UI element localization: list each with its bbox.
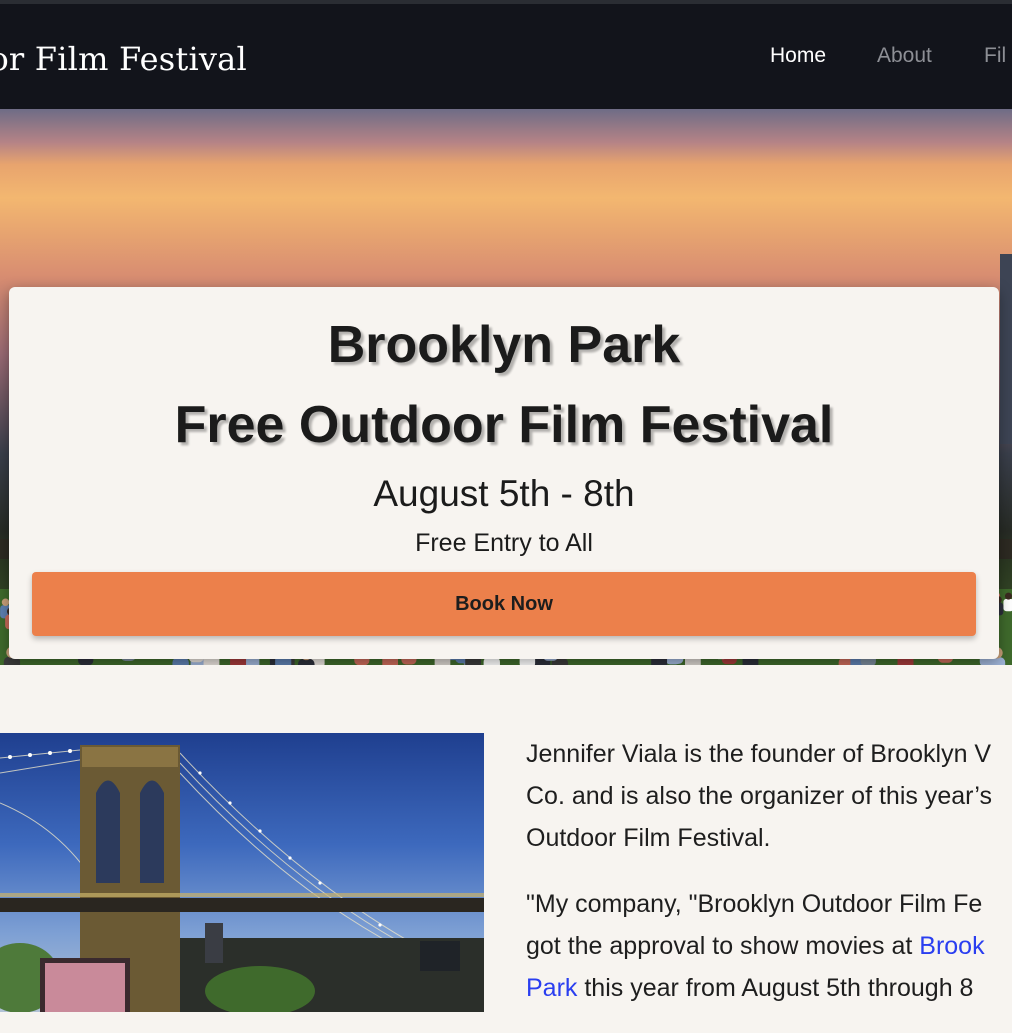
paragraph-line: "My company, "Brooklyn Outdoor Film Fe <box>526 890 983 918</box>
site-brand[interactable]: oor Film Festival <box>0 40 247 78</box>
brooklyn-park-link[interactable]: Brook <box>919 932 984 960</box>
nav-link-about[interactable]: About <box>877 44 932 68</box>
hero-banner: Brooklyn Park Free Outdoor Film Festival… <box>0 109 1012 665</box>
hero-title-line1: Brooklyn Park <box>327 316 681 374</box>
nav-link-films[interactable]: Fil <box>984 44 1006 68</box>
paragraph-line: Co. and is also the organizer of this ye… <box>526 782 992 810</box>
event-dates: August 5th - 8th <box>373 473 635 514</box>
paragraph-line: Outdoor Film Festival. <box>526 824 771 852</box>
brooklyn-park-link-continued[interactable]: Park <box>526 974 577 1002</box>
hero-card: Brooklyn Park Free Outdoor Film Festival… <box>9 287 999 659</box>
brooklyn-bridge-image <box>0 733 484 1012</box>
nav-link-home[interactable]: Home <box>770 44 826 68</box>
paragraph-line: this year from August 5th through 8 <box>577 974 974 1002</box>
hero-title-line2: Free Outdoor Film Festival <box>174 396 834 454</box>
navbar: oor Film Festival Home About Fil <box>0 4 1012 109</box>
article-text: Jennifer Viala is the founder of Brookly… <box>526 733 1012 1033</box>
book-now-button[interactable]: Book Now <box>32 572 976 636</box>
founder-paragraph: Jennifer Viala is the founder of Brookly… <box>526 733 1012 859</box>
paragraph-line: got the approval to show movies at <box>526 932 920 960</box>
paragraph-line: Jennifer Viala is the founder of Brookly… <box>526 740 992 768</box>
entry-info: Free Entry to All <box>415 529 593 557</box>
quote-paragraph: "My company, "Brooklyn Outdoor Film Fe g… <box>526 883 1012 1009</box>
